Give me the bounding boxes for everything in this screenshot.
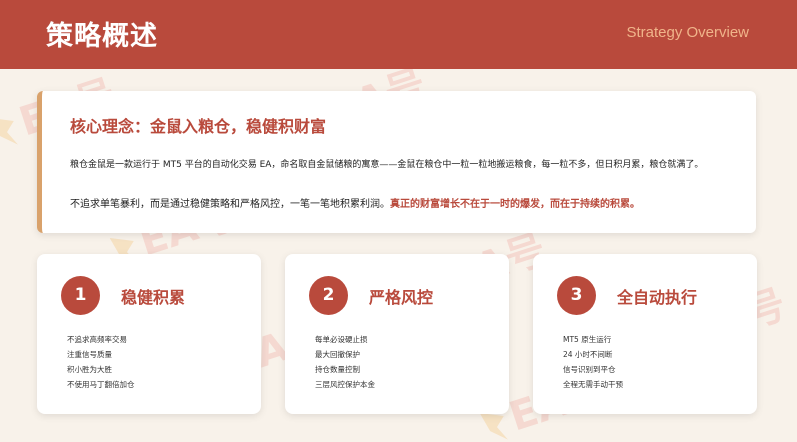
list-item: 积小胜为大胜 [67,365,112,374]
feature-list: 每单必设硬止损 最大回撤保护 持仓数量控制 三层风控保护本金 [315,332,375,392]
watermark-logo-icon [0,111,21,150]
page-title: 策略概述 [46,21,158,52]
page-subtitle: Strategy Overview [626,24,749,41]
core-concept-card: 核心理念：金鼠入粮仓，稳健积财富 粮仓金鼠是一款运行于 MT5 平台的自动化交易… [37,91,756,233]
slide: EA号 EA号 EA号 EA号 EA号 EA号 EA号 EA号 策略概述 Str… [0,0,797,442]
list-item: 注重信号质量 [67,350,112,359]
list-item: 持仓数量控制 [315,365,360,374]
concept-title: 核心理念：金鼠入粮仓，稳健积财富 [70,117,327,136]
concept-paragraph: 粮仓金鼠是一款运行于 MT5 平台的自动化交易 EA，命名取自金鼠储粮的寓意——… [70,160,704,170]
list-item: MT5 原生运行 [563,335,612,344]
feature-list: 不追求高频率交易 注重信号质量 积小胜为大胜 不使用马丁翻倍加仓 [67,332,135,392]
feature-title: 全自动执行 [617,288,698,307]
feature-number-badge: 2 [309,276,348,315]
list-item: 每单必设硬止损 [315,335,368,344]
feature-number-badge: 3 [557,276,596,315]
list-item: 24 小时不间断 [563,350,613,359]
list-item: 全程无需手动干预 [563,380,623,389]
feature-number-badge: 1 [61,276,100,315]
feature-title: 稳健积累 [121,288,186,307]
feature-card-steady-accumulation: 1 稳健积累 不追求高频率交易 注重信号质量 积小胜为大胜 不使用马丁翻倍加仓 [37,254,261,414]
concept-paragraph: 不追求单笔暴利，而是通过稳健策略和严格风控，一笔一笔地积累利润。真正的财富增长不… [70,198,750,212]
feature-list: MT5 原生运行 24 小时不间断 信号识别到平仓 全程无需手动干预 [563,332,623,392]
feature-card-strict-risk-control: 2 严格风控 每单必设硬止损 最大回撤保护 持仓数量控制 三层风控保护本金 [285,254,509,414]
list-item: 不使用马丁翻倍加仓 [67,380,135,389]
list-item: 最大回撤保护 [315,350,360,359]
list-item: 三层风控保护本金 [315,380,375,389]
list-item: 不追求高频率交易 [67,335,127,344]
feature-title: 严格风控 [369,288,434,307]
concept-highlight: 真正的财富增长不在于一时的爆发，而在于持续的积累。 [390,199,640,210]
concept-text: 不追求单笔暴利，而是通过稳健策略和严格风控，一笔一笔地积累利润。 [70,199,390,210]
header-bar: 策略概述 Strategy Overview [0,0,797,69]
list-item: 信号识别到平仓 [563,365,616,374]
feature-card-full-automation: 3 全自动执行 MT5 原生运行 24 小时不间断 信号识别到平仓 全程无需手动… [533,254,757,414]
